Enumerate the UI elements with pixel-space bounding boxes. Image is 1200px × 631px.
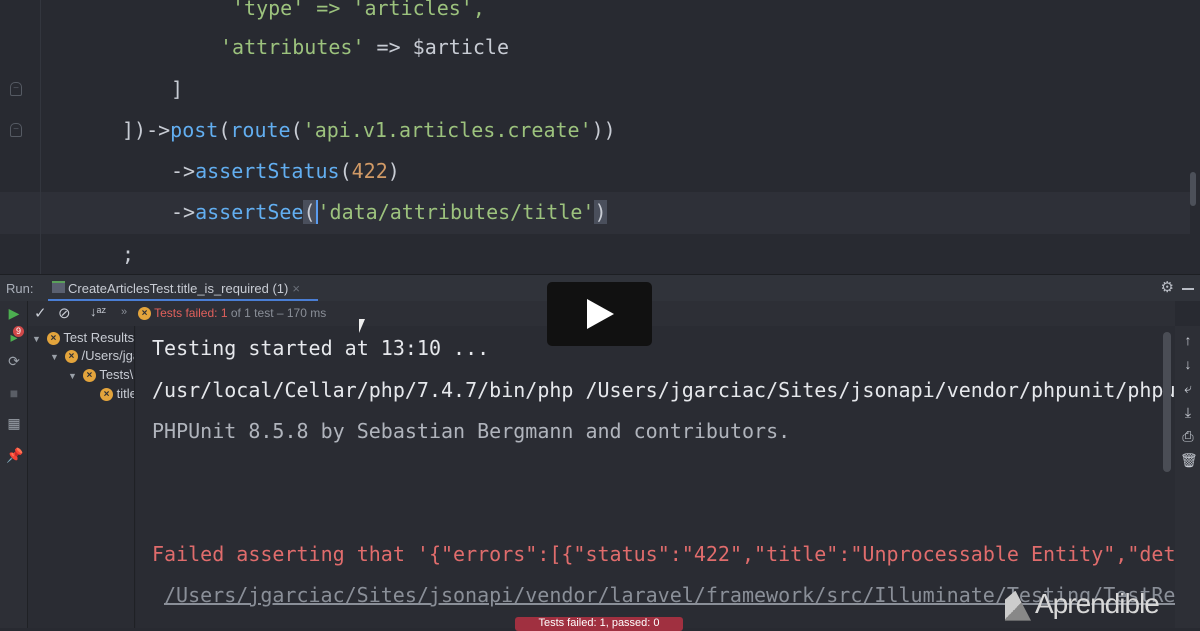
layout-icon[interactable]: ▦ <box>6 415 22 431</box>
trash-icon[interactable]: 🗑 <box>1180 452 1198 469</box>
tree-item[interactable]: ▼ × Test Results <box>32 330 134 346</box>
editor-scrollbar[interactable] <box>1190 172 1196 206</box>
test-failed-popup: Tests failed: 1, passed: 0 <box>515 617 683 631</box>
code-line: ])->post(route('api.v1.articles.create')… <box>122 118 616 142</box>
show-ignored-icon[interactable]: ⊘ <box>58 304 71 322</box>
console-line: /usr/local/Cellar/php/7.4.7/bin/php /Use… <box>152 378 1175 402</box>
tree-item[interactable]: × title_is_required <box>100 386 134 402</box>
scroll-to-end-icon[interactable]: ⤓ <box>1180 404 1196 421</box>
close-icon[interactable]: × <box>292 281 300 296</box>
logo-mark <box>1005 590 1031 621</box>
run-tab-label: CreateArticlesTest.title_is_required (1) <box>68 281 289 296</box>
sort-icon[interactable]: ↓ᵃᶻ <box>90 304 106 319</box>
run-label: Run: <box>6 281 34 296</box>
failed-icon: × <box>138 307 151 321</box>
console-line: PHPUnit 8.5.8 by Sebastian Bergmann and … <box>152 419 791 443</box>
code-line: ->assertSee('data/attributes/title') <box>171 200 607 224</box>
rerun-icon[interactable]: ▶ <box>6 305 22 321</box>
failed-count-badge: 9 <box>13 326 24 337</box>
stop-icon[interactable]: ■ <box>6 385 22 401</box>
tree-item[interactable]: ▼× Tests\Feature <box>68 367 134 383</box>
down-arrow-icon[interactable]: ↓ <box>1180 356 1196 372</box>
video-play-button[interactable] <box>547 282 652 346</box>
test-status: × Tests failed: 1 of 1 test – 170 ms <box>138 306 326 321</box>
tree-item[interactable]: ▼× /Users/jgarciac <box>50 348 134 364</box>
failure-message: Failed asserting that '{"errors":[{"stat… <box>152 542 1175 566</box>
code-line: 'attributes' => $article <box>220 35 509 59</box>
gear-icon[interactable]: ⚙ <box>1161 278 1174 296</box>
code-line: ; <box>122 242 135 266</box>
toggle-auto-test-icon[interactable]: ⟳ <box>6 353 22 369</box>
fold-icon[interactable]: − <box>10 82 22 96</box>
console-side-toolbar: ↑ ↓ ⤶ ⤓ ⎙ 🗑 <box>1175 326 1200 628</box>
test-icon <box>52 281 65 293</box>
run-side-toolbar: ▶ ▸ 9 ⟳ ■ ▦ 📌 <box>0 301 28 628</box>
show-passed-icon[interactable]: ✓ <box>34 304 47 322</box>
run-tab[interactable]: CreateArticlesTest.title_is_required (1)… <box>48 275 318 302</box>
up-arrow-icon[interactable]: ↑ <box>1180 332 1196 348</box>
minimize-icon[interactable] <box>1182 288 1194 290</box>
pin-icon[interactable]: 📌 <box>6 447 23 463</box>
play-icon <box>587 299 614 329</box>
console-output[interactable]: Testing started at 13:10 ... /usr/local/… <box>136 326 1175 628</box>
code-line: 'type' => 'articles', <box>232 0 485 20</box>
gutter-divider <box>40 0 41 274</box>
console-scrollbar[interactable] <box>1163 332 1171 472</box>
code-line: ] <box>171 77 184 101</box>
print-icon[interactable]: ⎙ <box>1180 428 1196 445</box>
fold-icon[interactable]: − <box>10 123 22 137</box>
code-editor[interactable]: − − 'type' => 'articles', 'attributes' =… <box>0 0 1200 274</box>
mouse-cursor-icon <box>359 319 365 333</box>
more-icon[interactable]: » <box>121 306 127 318</box>
console-line: Testing started at 13:10 ... <box>152 336 490 360</box>
rerun-failed-icon[interactable]: ▸ 9 <box>6 326 24 345</box>
aprendible-logo: Aprendible <box>1005 588 1160 621</box>
soft-wrap-icon[interactable]: ⤶ <box>1180 380 1196 397</box>
test-results-tree: ▼× Test Results ▼× /Users/jgarciac ▼× Te… <box>28 326 135 628</box>
code-line: ->assertStatus(422) <box>171 159 400 183</box>
